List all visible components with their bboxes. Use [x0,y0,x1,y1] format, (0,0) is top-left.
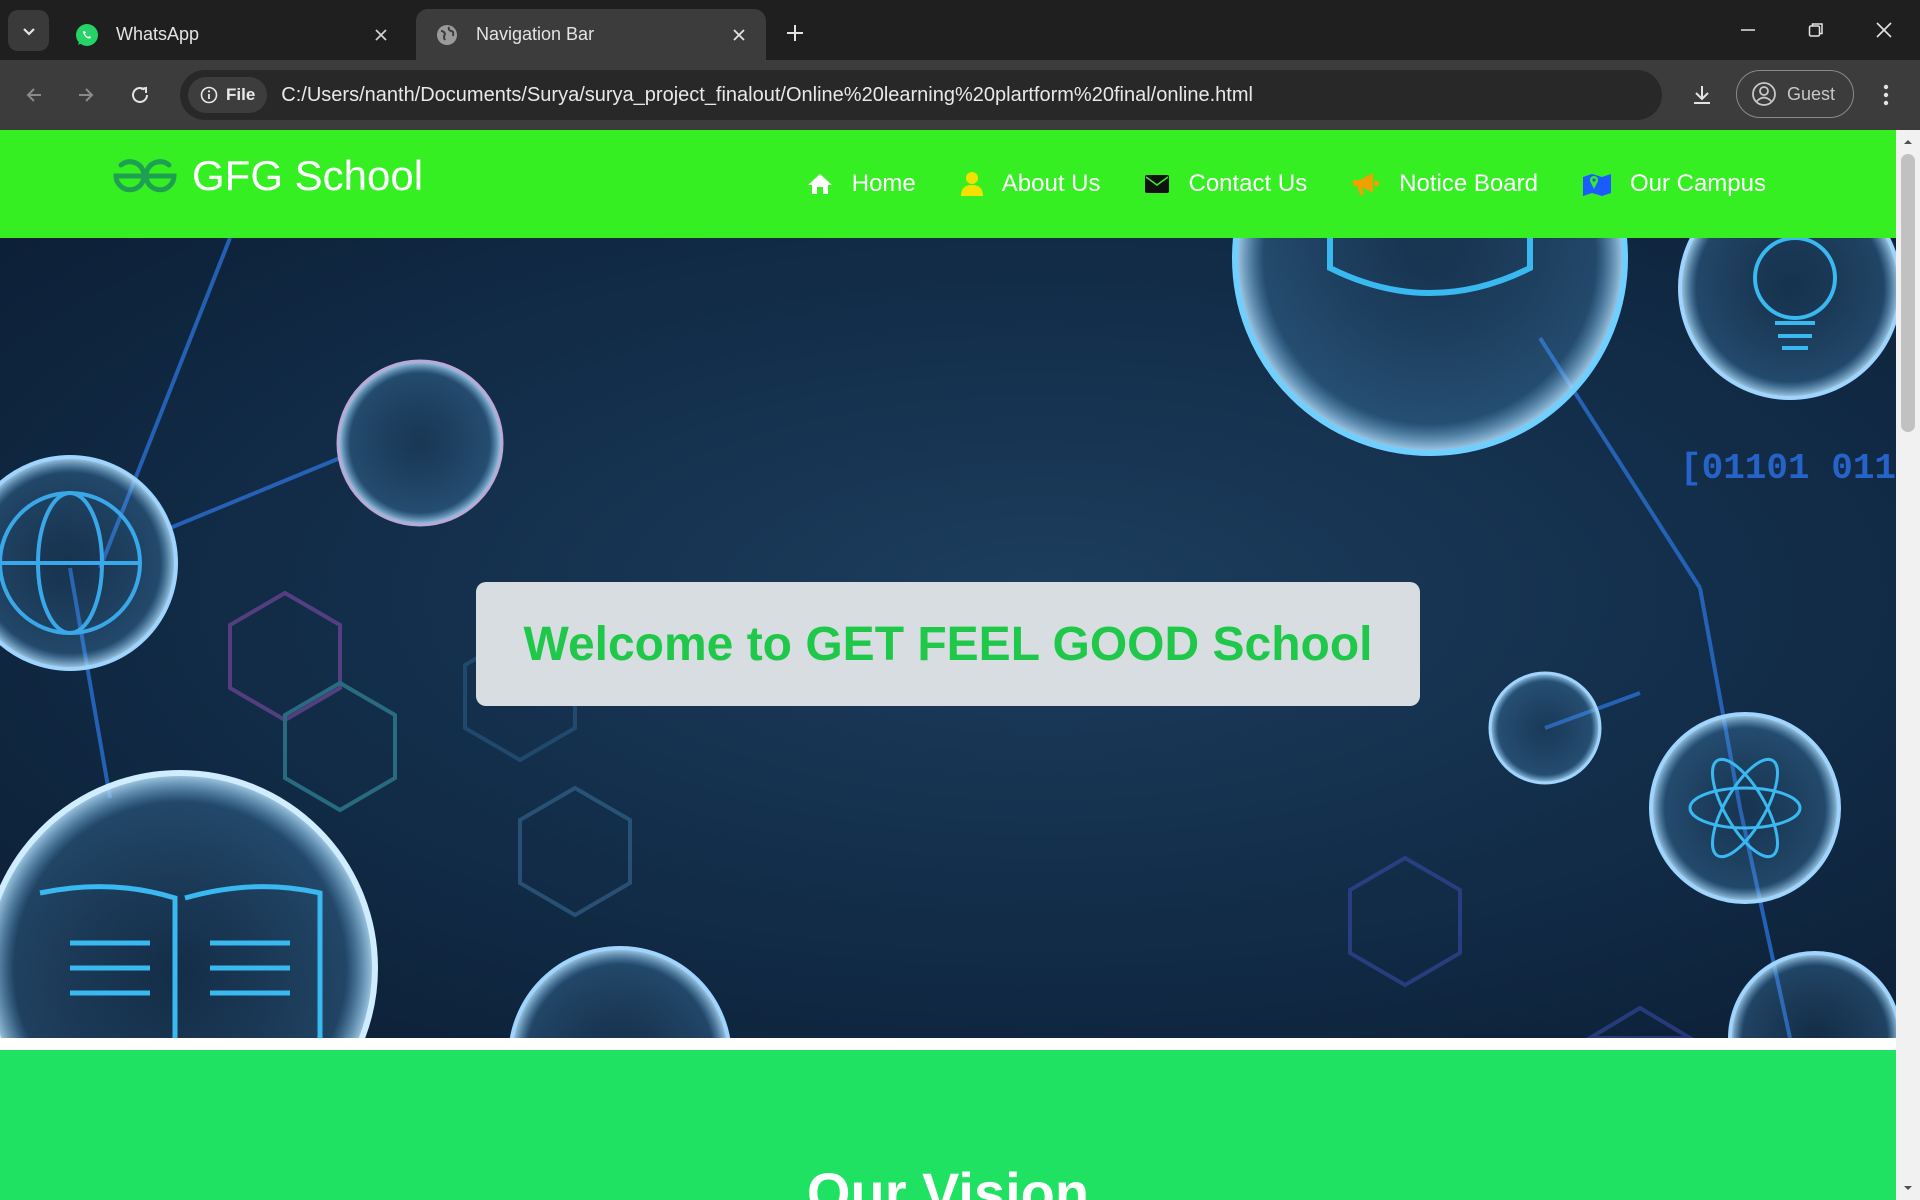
arrow-left-icon [26,88,41,102]
scroll-down-icon[interactable] [1896,1178,1920,1198]
restore-button[interactable] [1786,8,1846,52]
page-viewport: GFG School Home About Us Contact Us Noti… [0,130,1896,1200]
site-menu: Home About Us Contact Us Notice Board Ou… [806,130,1766,238]
scroll-up-icon[interactable] [1896,132,1920,152]
close-tab-icon[interactable] [366,20,396,50]
section-title: Our Vision [806,1161,1090,1200]
forward-button[interactable] [66,75,106,115]
site-info-chip[interactable]: File [188,77,268,113]
close-icon [1876,22,1892,38]
restore-icon [1808,23,1823,37]
tab-title: WhatsApp [116,24,200,44]
more-vertical-icon [1883,84,1889,106]
tab-whatsapp[interactable]: WhatsApp [56,9,408,60]
new-tab-button[interactable] [776,14,814,52]
chevron-down-icon [22,27,35,36]
close-tab-icon[interactable] [724,20,754,50]
map-icon [1582,174,1611,196]
hero-heading: Welcome to GET FEEL GOOD School [523,617,1373,671]
downloads-button[interactable] [1682,75,1722,115]
download-icon [1694,86,1710,104]
section-divider [0,1038,1896,1050]
arrow-right-icon [79,88,94,102]
nav-about-us[interactable]: About Us [960,170,1101,198]
browser-menu-button[interactable] [1866,75,1906,115]
nav-about-us-label: About Us [1001,170,1101,197]
tab-title: Navigation Bar [476,24,595,44]
nav-home[interactable]: Home [806,170,916,198]
nav-our-campus-label: Our Campus [1629,170,1766,197]
account-icon [1752,82,1776,106]
tab-search-button[interactable] [8,10,49,51]
vision-section: Our Vision [0,1050,1896,1200]
welcome-banner: Welcome to GET FEEL GOOD School [476,582,1420,706]
tab-navigation-bar[interactable]: Navigation Bar [416,9,766,60]
profile-label: Guest [1787,83,1836,104]
reload-button[interactable] [120,75,160,115]
brand-name: GFG School [192,152,424,199]
info-icon [200,86,218,104]
reload-icon [132,86,148,103]
nav-our-campus[interactable]: Our Campus [1582,170,1766,198]
back-button[interactable] [14,75,54,115]
nav-home-label: Home [851,170,916,197]
profile-button[interactable]: Guest [1736,70,1854,118]
minimize-icon [1741,29,1755,31]
browser-toolbar: File C:/Users/nanth/Documents/Surya/sury… [0,60,1920,130]
megaphone-icon [1353,173,1380,195]
brand[interactable]: GFG School [112,152,423,200]
nav-notice-board[interactable]: Notice Board [1351,170,1538,198]
globe-icon [434,22,460,48]
site-info-label: File [226,85,256,104]
nav-contact-us[interactable]: Contact Us [1144,170,1307,198]
address-bar[interactable]: File C:/Users/nanth/Documents/Surya/sury… [180,70,1662,120]
page-scrollbar[interactable] [1896,130,1920,1200]
home-icon [807,174,832,194]
scrollbar-thumb[interactable] [1901,154,1915,432]
nav-notice-board-label: Notice Board [1399,170,1538,197]
close-window-button[interactable] [1854,8,1914,52]
site-navbar: GFG School Home About Us Contact Us Noti… [0,130,1896,238]
plus-icon [787,25,803,41]
envelope-icon [1145,175,1170,193]
nav-contact-us-label: Contact Us [1188,170,1308,197]
whatsapp-icon [74,22,100,48]
url-text[interactable]: C:/Users/nanth/Documents/Surya/surya_pro… [281,84,1253,107]
tab-strip: WhatsApp Navigation Bar [0,0,1920,60]
svg-text:[01101 01101 0: [01101 01101 0 [1680,448,1896,489]
gfg-logo-icon [113,159,177,193]
hero-banner: [01101 01101 0 Welcome to GET FEEL GOOD … [0,238,1896,1038]
minimize-button[interactable] [1718,8,1778,52]
user-icon [960,172,983,196]
